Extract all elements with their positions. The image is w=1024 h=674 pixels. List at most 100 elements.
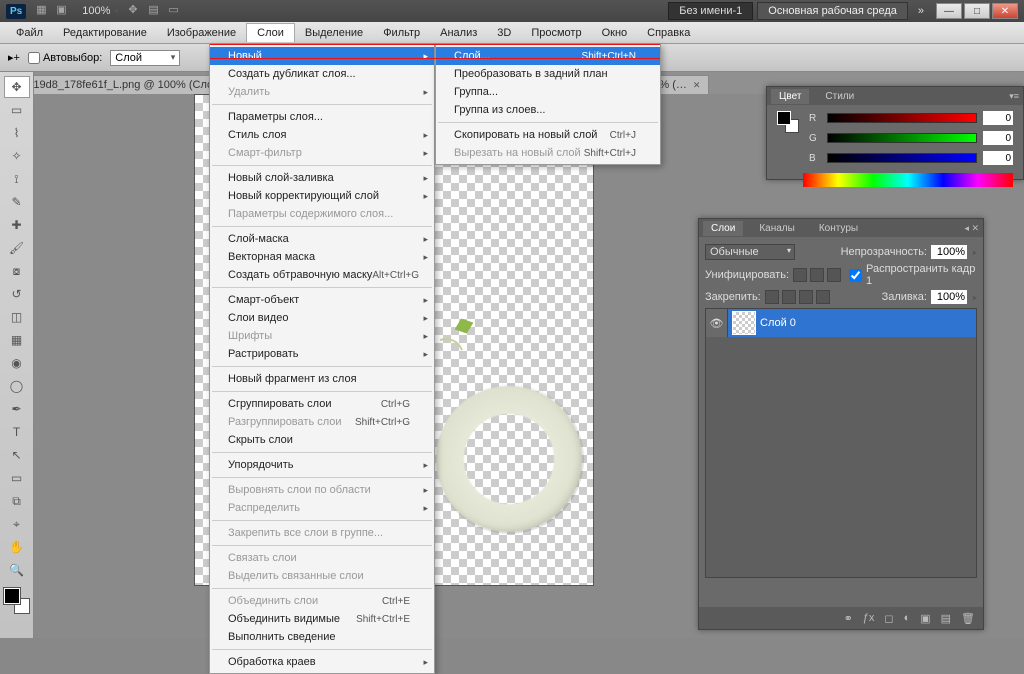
color-swatch[interactable]: [4, 588, 30, 614]
r-value[interactable]: 0: [983, 111, 1013, 125]
pen-tool[interactable]: ✒: [4, 398, 30, 420]
adjust-icon[interactable]: ◐: [904, 612, 911, 624]
arrange-icon[interactable]: ▤: [148, 3, 164, 19]
menu-item[interactable]: Векторная маска: [210, 248, 434, 266]
panel-tab-channels[interactable]: Каналы: [751, 221, 803, 236]
menu-item[interactable]: Скопировать на новый слойCtrl+J: [436, 126, 660, 144]
zoom-combo[interactable]: 100%▾: [82, 5, 118, 17]
unify-icon[interactable]: [810, 268, 824, 282]
group-icon[interactable]: ▣: [920, 612, 930, 625]
unify-icon[interactable]: [827, 268, 841, 282]
lock-pixels-icon[interactable]: [765, 290, 779, 304]
menu-filter[interactable]: Фильтр: [373, 24, 430, 42]
menu-item[interactable]: Новый корректирующий слой: [210, 187, 434, 205]
menu-item[interactable]: Преобразовать в задний план: [436, 65, 660, 83]
lasso-tool[interactable]: ⌇: [4, 122, 30, 144]
menu-item[interactable]: Объединить видимыеShift+Ctrl+E: [210, 610, 434, 628]
spectrum-ramp[interactable]: [803, 173, 1013, 187]
delete-icon[interactable]: 🗑: [961, 612, 975, 625]
workspace-switcher[interactable]: Основная рабочая среда: [757, 2, 908, 20]
menu-item[interactable]: Смарт-объект: [210, 291, 434, 309]
menu-window[interactable]: Окно: [592, 24, 638, 42]
type-tool[interactable]: T: [4, 421, 30, 443]
path-tool[interactable]: ↖: [4, 444, 30, 466]
visibility-icon[interactable]: 👁: [706, 309, 728, 337]
heal-tool[interactable]: ✚: [4, 214, 30, 236]
menu-select[interactable]: Выделение: [295, 24, 373, 42]
move-tool[interactable]: ✥: [4, 76, 30, 98]
eraser-tool[interactable]: ◫: [4, 306, 30, 328]
3d-tool[interactable]: ⧉: [4, 490, 30, 512]
crop-tool[interactable]: ⟟: [4, 168, 30, 190]
menu-help[interactable]: Справка: [637, 24, 700, 42]
menu-item[interactable]: Стиль слоя: [210, 126, 434, 144]
wand-tool[interactable]: ✧: [4, 145, 30, 167]
3d-camera-tool[interactable]: ⌖: [4, 513, 30, 535]
menu-item[interactable]: Группа из слоев...: [436, 101, 660, 119]
menu-edit[interactable]: Редактирование: [53, 24, 157, 42]
eyedropper-tool[interactable]: ✎: [4, 191, 30, 213]
opacity-field[interactable]: 100%: [931, 245, 967, 259]
menu-item[interactable]: Создать дубликат слоя...: [210, 65, 434, 83]
hand-icon[interactable]: ✥: [128, 3, 144, 19]
link-icon[interactable]: ⚭: [844, 612, 853, 625]
close-button[interactable]: ✕: [992, 3, 1018, 19]
panel-tab-paths[interactable]: Контуры: [811, 221, 866, 236]
layer-name[interactable]: Слой 0: [760, 317, 796, 329]
panel-tab-styles[interactable]: Стили: [817, 89, 862, 104]
menu-item[interactable]: Создать обтравочную маскуAlt+Ctrl+G: [210, 266, 434, 284]
menu-item[interactable]: Новый слой-заливка: [210, 169, 434, 187]
autoselect-checkbox[interactable]: Автовыбор:: [28, 52, 102, 64]
fill-field[interactable]: 100%: [931, 290, 967, 304]
maximize-button[interactable]: □: [964, 3, 990, 19]
menu-item[interactable]: Выполнить сведение: [210, 628, 434, 646]
brush-tool[interactable]: 🖌: [4, 237, 30, 259]
g-slider[interactable]: [827, 133, 977, 143]
bridge-icon[interactable]: ▦: [36, 3, 52, 19]
menu-item[interactable]: Новый: [210, 47, 434, 65]
menu-item[interactable]: Растрировать: [210, 345, 434, 363]
workspace-chevron-icon[interactable]: »: [918, 5, 924, 17]
lock-all-icon[interactable]: [816, 290, 830, 304]
fx-icon[interactable]: ƒx: [863, 612, 875, 624]
layer-item[interactable]: 👁 Слой 0: [706, 309, 976, 337]
blur-tool[interactable]: ◉: [4, 352, 30, 374]
menu-image[interactable]: Изображение: [157, 24, 246, 42]
menu-item[interactable]: Слой...Shift+Ctrl+N: [436, 47, 660, 65]
mask-icon[interactable]: ◻: [884, 612, 893, 625]
menu-item[interactable]: Обработка краев: [210, 653, 434, 671]
menu-analysis[interactable]: Анализ: [430, 24, 487, 42]
b-slider[interactable]: [827, 153, 977, 163]
layer-thumbnail[interactable]: [732, 311, 756, 335]
menu-layers[interactable]: Слои: [246, 23, 295, 42]
panel-tab-color[interactable]: Цвет: [771, 89, 809, 104]
menu-item[interactable]: Сгруппировать слоиCtrl+G: [210, 395, 434, 413]
menu-file[interactable]: Файл: [6, 24, 53, 42]
menu-item[interactable]: Слой-маска: [210, 230, 434, 248]
shape-tool[interactable]: ▭: [4, 467, 30, 489]
stamp-tool[interactable]: ⧇: [4, 260, 30, 282]
autoselect-target-combo[interactable]: Слой: [110, 50, 180, 66]
gradient-tool[interactable]: ▦: [4, 329, 30, 351]
menu-item[interactable]: Новый фрагмент из слоя: [210, 370, 434, 388]
new-layer-icon[interactable]: ▤: [941, 612, 951, 625]
mini-bridge-icon[interactable]: ▣: [56, 3, 72, 19]
close-icon[interactable]: ✕: [693, 80, 701, 91]
panel-tab-layers[interactable]: Слои: [703, 221, 743, 236]
r-slider[interactable]: [827, 113, 977, 123]
history-brush-tool[interactable]: ↺: [4, 283, 30, 305]
propagate-checkbox[interactable]: [849, 269, 862, 282]
menu-3d[interactable]: 3D: [487, 24, 521, 42]
g-value[interactable]: 0: [983, 131, 1013, 145]
menu-item[interactable]: Группа...: [436, 83, 660, 101]
hand-tool[interactable]: ✋: [4, 536, 30, 558]
menu-item[interactable]: Упорядочить: [210, 456, 434, 474]
color-swatch-mini[interactable]: [777, 111, 799, 133]
panel-menu-icon[interactable]: ▾≡: [1009, 91, 1019, 102]
lock-paint-icon[interactable]: [782, 290, 796, 304]
unify-icon[interactable]: [793, 268, 807, 282]
menu-item[interactable]: Параметры слоя...: [210, 108, 434, 126]
screen-mode-icon[interactable]: ▭: [168, 3, 184, 19]
menu-item[interactable]: Слои видео: [210, 309, 434, 327]
b-value[interactable]: 0: [983, 151, 1013, 165]
